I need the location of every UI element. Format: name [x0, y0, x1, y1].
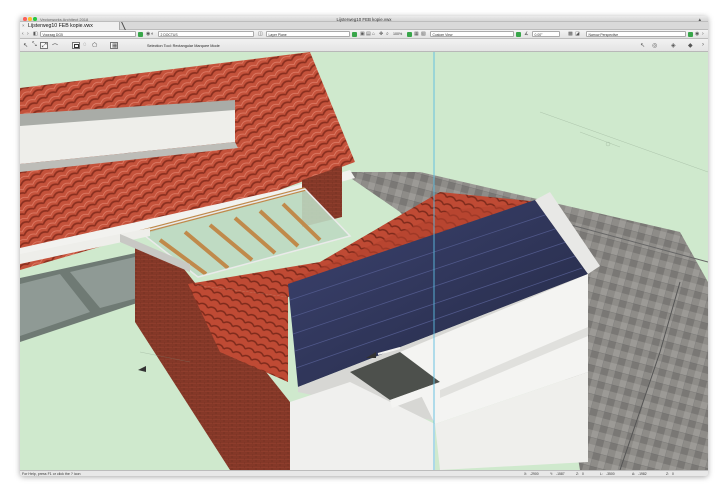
class-dropdown[interactable]: 2 DOCTUS: [158, 31, 254, 37]
y-coordinate[interactable]: -1587: [556, 472, 565, 476]
layer-options-button[interactable]: [138, 31, 143, 37]
view-settings-icon[interactable]: ◉: [695, 31, 699, 37]
b-label: Z:: [666, 471, 670, 476]
plane-icon[interactable]: ◫: [258, 31, 263, 37]
projection-options-button[interactable]: [688, 31, 693, 37]
b-coordinate[interactable]: 0: [672, 472, 674, 476]
x-label: X:: [524, 471, 528, 476]
single-select-icon[interactable]: ⤡: [32, 42, 37, 49]
l-coordinate[interactable]: -3500: [606, 472, 615, 476]
projection-dropdown[interactable]: Narrow Perspective: [586, 31, 686, 37]
l-label: L:: [600, 471, 603, 476]
preferences-button[interactable]: ▦: [110, 42, 118, 49]
view-bar: ‹ › ◧ Voorzag DG5 ◉ ◐ 2 DOCTUS ◫ Layer P…: [20, 30, 708, 39]
projection-icon[interactable]: ▩: [568, 31, 573, 37]
standard-views-icon[interactable]: ▤: [366, 31, 371, 37]
y-label: Y:: [550, 471, 554, 476]
layers-icon[interactable]: ◧: [33, 31, 38, 37]
saved-views-icon[interactable]: ▣: [360, 31, 365, 37]
class-dropdown-value: 2 DOCTUS: [160, 32, 178, 37]
tool-hint: Selection Tool: Rectangular Marquee Mode: [147, 43, 220, 48]
layer-dropdown[interactable]: Voorzag DG5: [40, 31, 136, 37]
layer-dropdown-value: Voorzag DG5: [42, 32, 63, 37]
forward-arrow-icon[interactable]: ›: [27, 31, 29, 37]
person-icon[interactable]: ▲: [698, 17, 702, 22]
tool-bar: ↖ ⤡ ⤢ ⌒ ◌ ⬠ ▦ Selection Tool: Rectangula…: [20, 39, 708, 52]
class-visibility-icon[interactable]: ◐: [151, 31, 154, 37]
lasso-mode-icon[interactable]: ◌: [83, 42, 87, 48]
flyover-icon[interactable]: ✥: [379, 31, 383, 37]
projection-dropdown-value: Narrow Perspective: [588, 32, 619, 37]
tab-close-icon[interactable]: ×: [22, 23, 25, 28]
render-mode-icon[interactable]: ▦: [414, 31, 419, 37]
document-tab[interactable]: × Lijsterweg10 FEB kopie.vwx: [20, 22, 120, 30]
toolbar-overflow-icon[interactable]: ›: [702, 42, 704, 48]
status-bar: For Help, press F1 or click the ? icon X…: [20, 470, 708, 476]
snap-icon[interactable]: ◎: [652, 42, 657, 49]
view-options-button[interactable]: [516, 31, 521, 37]
back-arrow-icon[interactable]: ‹: [22, 31, 24, 37]
rectangular-marquee-button[interactable]: ⤢: [40, 42, 48, 49]
perspective-icon[interactable]: ◪: [575, 31, 580, 37]
x-coordinate[interactable]: -2900: [530, 472, 539, 476]
overflow-arrow-icon[interactable]: ›: [702, 31, 704, 37]
class-icon[interactable]: ◉: [146, 31, 150, 37]
document-tab-bar: × Lijsterweg10 FEB kopie.vwx: [20, 22, 708, 30]
a-coordinate[interactable]: -1982: [638, 472, 647, 476]
plane-options-button[interactable]: [352, 31, 357, 37]
lasso-icon[interactable]: ⌒: [52, 42, 58, 51]
a-label: A:: [632, 471, 636, 476]
select-tool-icon[interactable]: ↖: [640, 42, 645, 49]
help-hint: For Help, press F1 or click the ? icon: [22, 471, 81, 476]
layer-visibility-icon[interactable]: ◆: [688, 42, 693, 49]
z-coordinate[interactable]: 0: [582, 472, 584, 476]
tab-label: Lijsterweg10 FEB kopie.vwx: [28, 23, 93, 29]
drawing-viewport[interactable]: [20, 52, 708, 470]
marquee-icon: ⤢: [42, 42, 47, 49]
rectangle-mode-button[interactable]: [72, 42, 80, 49]
document-title: Lijsterweg10 FEB kopie.vwx: [336, 16, 392, 22]
rectangle-icon: [74, 44, 80, 48]
view-dropdown-value: Custom View: [432, 32, 453, 37]
view-dropdown[interactable]: Custom View: [430, 31, 514, 37]
zoom-options-button[interactable]: [407, 31, 412, 37]
working-plane-icon[interactable]: ◈: [671, 42, 676, 49]
app-window: Vectorworks Architect 2018 Lijsterweg10 …: [20, 16, 708, 476]
model-render: [20, 52, 708, 470]
zoom-level[interactable]: 100%: [393, 32, 402, 36]
z-label: Z:: [576, 471, 580, 476]
preferences-icon: ▦: [112, 43, 118, 49]
home-icon[interactable]: ⌂: [372, 31, 375, 37]
polygon-mode-icon[interactable]: ⬠: [92, 42, 97, 49]
pointer-icon[interactable]: ↖: [23, 42, 28, 49]
plane-dropdown[interactable]: Layer Plane: [266, 31, 350, 37]
plane-dropdown-value: Layer Plane: [268, 32, 287, 37]
zoom-icon[interactable]: ⌕: [386, 31, 389, 37]
angle-icon[interactable]: ∡: [524, 31, 528, 37]
angle-field[interactable]: 0.00°: [532, 31, 560, 37]
lighting-icon[interactable]: ▧: [421, 31, 426, 37]
angle-field-value: 0.00°: [534, 32, 543, 37]
